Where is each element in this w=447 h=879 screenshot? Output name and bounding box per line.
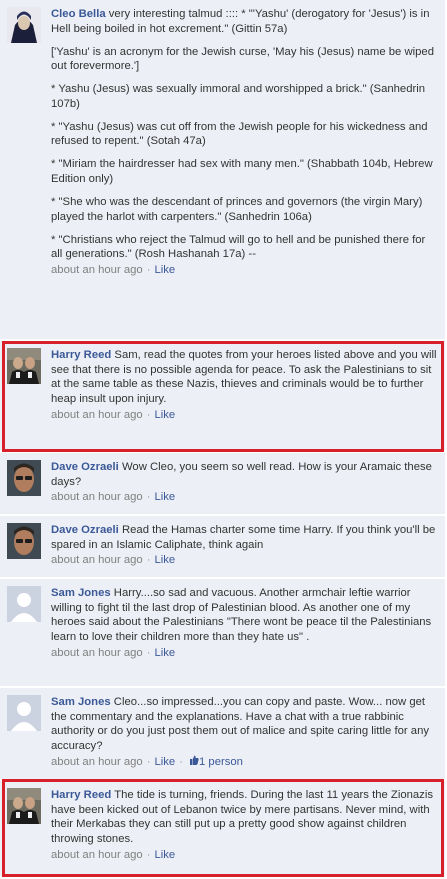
timestamp[interactable]: about an hour ago (51, 647, 143, 659)
like-link[interactable]: Like (154, 264, 175, 276)
timestamp[interactable]: about an hour ago (51, 756, 143, 768)
likes-count-link[interactable]: 1 person (199, 756, 243, 768)
comment-meta: about an hour ago · Like · 1 person (51, 755, 243, 770)
comment-meta: about an hour ago · Like (51, 263, 176, 276)
comment-meta: about an hour ago · Like (51, 554, 176, 567)
avatar-dave-ozraeli[interactable] (7, 460, 41, 496)
timestamp[interactable]: about an hour ago (51, 554, 143, 566)
highlight-box (2, 341, 444, 452)
comment-text: * "Christians who reject the Talmud will… (51, 233, 426, 261)
comment-author[interactable]: Sam Jones (51, 587, 111, 599)
comment-author[interactable]: Cleo Bella (51, 8, 106, 20)
like-link[interactable]: Like (154, 756, 175, 768)
comment-item: Sam Jones Harry....so sad and vacuous. A… (0, 579, 445, 687)
comment-item: Sam Jones Cleo...so impressed...you can … (0, 688, 445, 780)
highlight-box (2, 779, 444, 877)
avatar-default[interactable] (7, 695, 41, 731)
comment-author[interactable]: Sam Jones (51, 696, 111, 708)
comment-author[interactable]: Dave Ozraeli (51, 461, 119, 473)
comment-item: Dave Ozraeli Wow Cleo, you seem so well … (0, 453, 445, 515)
like-link[interactable]: Like (154, 647, 175, 659)
comment-meta: about an hour ago · Like (51, 646, 176, 659)
comment-item: Cleo Bella very interesting talmud :::: … (0, 0, 445, 340)
comment-text: * "She who was the descendant of princes… (51, 195, 423, 223)
thumbs-up-icon[interactable] (189, 755, 199, 770)
comment-thread: Cleo Bella very interesting talmud :::: … (0, 0, 447, 879)
timestamp[interactable]: about an hour ago (51, 264, 143, 276)
avatar-default[interactable] (7, 586, 41, 622)
comment-author[interactable]: Dave Ozraeli (51, 524, 119, 536)
avatar-dave-ozraeli[interactable] (7, 523, 41, 559)
comment-text: * "Miriam the hairdresser had sex with m… (51, 158, 433, 186)
like-link[interactable]: Like (154, 491, 175, 503)
avatar-cleo-bella[interactable] (7, 7, 41, 43)
comment-text: very interesting talmud :::: * "'Yashu' … (51, 8, 430, 35)
timestamp[interactable]: about an hour ago (51, 491, 143, 503)
comment-meta: about an hour ago · Like (51, 491, 176, 504)
like-link[interactable]: Like (154, 554, 175, 566)
comment-text: * Yashu (Jesus) was sexually immoral and… (51, 83, 426, 110)
comment-text: * "Yashu (Jesus) was cut off from the Je… (51, 120, 428, 148)
comment-item: Dave Ozraeli Read the Hamas charter some… (0, 516, 445, 578)
comment-text: ['Yashu' is an acronym for the Jewish cu… (51, 45, 434, 73)
